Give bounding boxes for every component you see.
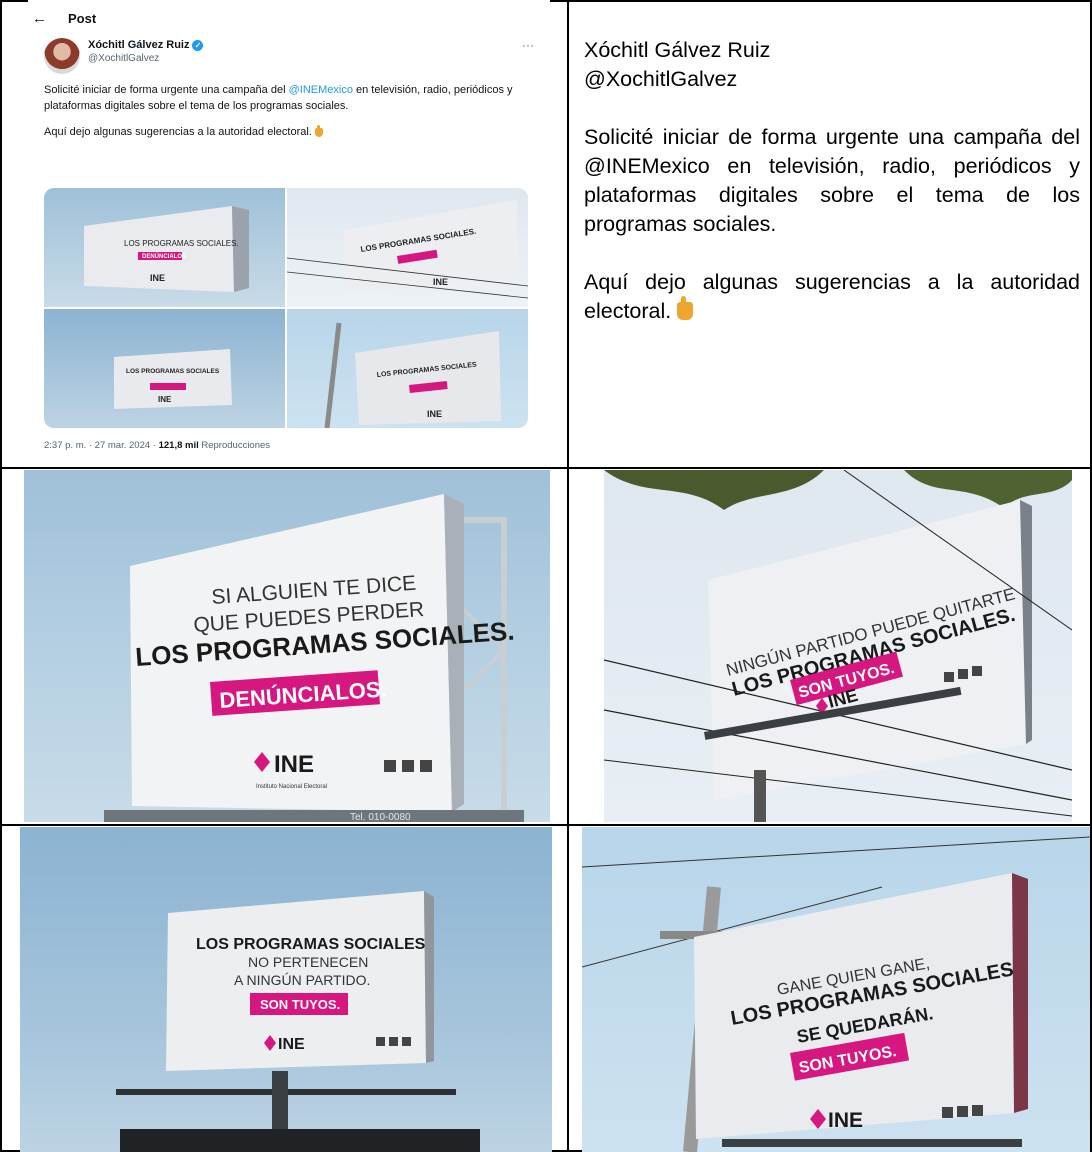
thumb-logo: INE [158,395,172,404]
tweet-text-part: Solicité iniciar de forma urgente una ca… [44,84,289,96]
pointing-down-icon [314,125,323,137]
views-count: 121,8 mil [158,440,199,451]
billboard-2-graphic: NINGÚN PARTIDO PUEDE QUITARTE LOS PROGRA… [604,470,1072,822]
billboard-line-3: A NINGÚN PARTIDO. [234,972,370,988]
thumb-logo: INE [427,409,442,419]
tweet-footer: 2:37 p. m. · 27 mar. 2024 · 121,8 mil Re… [44,440,270,451]
author-name-row: Xóchitl Gálvez Ruiz ✓ [88,38,204,52]
avatar[interactable] [44,38,80,74]
transcript-handle: @XochitlGalvez [584,67,738,91]
billboard-thumb-1: LOS PROGRAMAS SOCIALES. DENÚNCIALOS. INE [84,206,249,292]
billboard-line-1: LOS PROGRAMAS SOCIALES [196,936,426,953]
billboard-tag: SON TUYOS. [260,997,340,1012]
transcript-name: Xóchitl Gálvez Ruiz [584,38,771,62]
billboard-logo-sub: Instituto Nacional Electoral [256,784,327,790]
billboard-logo: INE [828,1109,863,1132]
post-title: Post [68,10,97,26]
back-arrow-icon[interactable]: ← [28,10,68,27]
transcript-paragraph-2: Aquí dejo algunas sugerencias a la autor… [584,268,1080,326]
thumb-logo: INE [150,273,165,283]
thumb-logo: INE [433,277,448,287]
media-thumb-2[interactable]: LOS PROGRAMAS SOCIALES. INE [287,188,528,307]
author-names: Xóchitl Gálvez Ruiz ✓ @XochitlGalvez [88,38,204,66]
tweet-screenshot: ← Post Xóchitl Gálvez Ruiz ✓ @XochitlGal… [28,0,550,466]
billboard-logo: INE [278,1036,305,1053]
tweet-text-part: Aquí dejo algunas sugerencias a la autor… [44,126,312,138]
billboard-4-graphic: GANE QUIEN GANE, LOS PROGRAMAS SOCIALES … [582,836,1090,1152]
mention-link[interactable]: @INEMexico [289,84,353,96]
media-thumb-1[interactable]: LOS PROGRAMAS SOCIALES. DENÚNCIALOS. INE [44,188,285,307]
billboard-photo-3: LOS PROGRAMAS SOCIALES NO PERTENECEN A N… [20,827,552,1152]
media-thumb-3[interactable]: LOS PROGRAMAS SOCIALES INE [44,309,285,428]
column-divider [567,0,569,1152]
transcript-paragraph-1: Solicité iniciar de forma urgente una ca… [584,125,1080,236]
billboard-thumb-3: LOS PROGRAMAS SOCIALES INE [114,349,232,409]
billboard-thumb-4: LOS PROGRAMAS SOCIALES INE [324,322,501,428]
billboard-photo-2: NINGÚN PARTIDO PUEDE QUITARTE LOS PROGRA… [604,470,1072,822]
author-handle[interactable]: @XochitlGalvez [88,52,203,66]
tweet-body: Solicité iniciar de forma urgente una ca… [28,74,550,140]
billboard-phone: Tel. 010-0080 [350,812,411,822]
media-thumb-4[interactable]: LOS PROGRAMAS SOCIALES INE [287,309,528,428]
billboard-thumb-2: LOS PROGRAMAS SOCIALES. INE [287,200,528,299]
transcript-paragraph-2-text: Aquí dejo algunas sugerencias a la autor… [584,270,1080,323]
row-divider-2 [0,824,1092,826]
thumb-text: LOS PROGRAMAS SOCIALES [126,368,220,375]
views-label: Reproducciones [198,440,271,451]
tweet-paragraph-1: Solicité iniciar de forma urgente una ca… [44,82,534,114]
tweet-paragraph-2: Aquí dejo algunas sugerencias a la autor… [44,124,534,140]
post-header: ← Post [28,0,550,36]
tweet-timestamp[interactable]: 2:37 p. m. · 27 mar. 2024 · [44,440,159,451]
verified-icon: ✓ [192,39,204,51]
tweet-media-grid: LOS PROGRAMAS SOCIALES. DENÚNCIALOS. INE… [44,188,528,428]
tweet-author: Xóchitl Gálvez Ruiz ✓ @XochitlGalvez ··· [28,38,550,74]
billboard-photo-1: SI ALGUIEN TE DICE QUE PUEDES PERDER LOS… [24,470,550,822]
tweet-transcript: Xóchitl Gálvez Ruiz @XochitlGalvez Solic… [584,36,1080,326]
thumb-tag: DENÚNCIALOS. [142,253,188,260]
billboard-line-2: NO PERTENECEN [248,954,368,970]
row-divider-1 [0,467,1092,469]
more-options-icon[interactable]: ··· [522,38,534,52]
billboard-3-graphic: LOS PROGRAMAS SOCIALES NO PERTENECEN A N… [116,891,480,1152]
billboard-1-graphic: SI ALGUIEN TE DICE QUE PUEDES PERDER LOS… [104,494,524,822]
billboard-logo: INE [274,751,314,778]
pointing-down-icon [677,296,694,320]
billboard-photo-4: GANE QUIEN GANE, LOS PROGRAMAS SOCIALES … [582,827,1090,1152]
author-name[interactable]: Xóchitl Gálvez Ruiz [88,38,189,52]
thumb-text: LOS PROGRAMAS SOCIALES. [124,239,239,248]
